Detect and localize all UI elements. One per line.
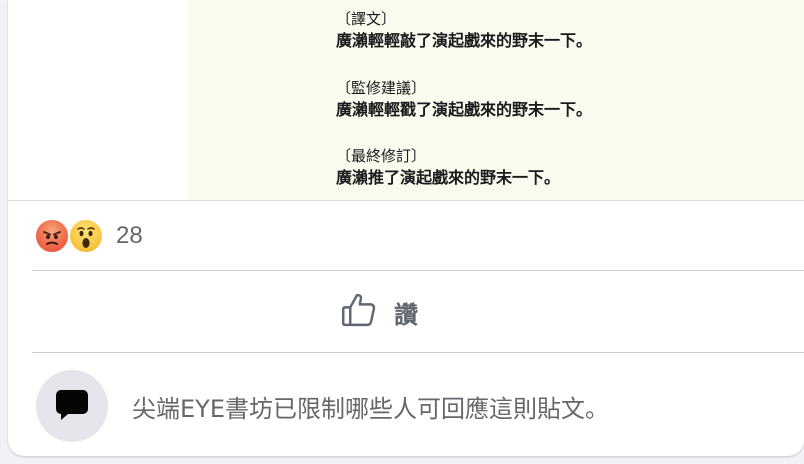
note-heading: 〔最終修訂〕 xyxy=(336,147,427,165)
image-divider xyxy=(8,200,804,201)
like-button[interactable]: 讚 xyxy=(308,280,448,344)
comment-restriction-notice: 尖端EYE書坊已限制哪些人可回應這則貼文。 xyxy=(36,370,796,442)
note-body: 廣瀨輕輕敲了演起戲來的野末一下。 xyxy=(336,31,593,50)
actions-top-divider xyxy=(32,270,804,271)
note-supervision: 〔監修建議〕 廣瀨輕輕戳了演起戲來的野末一下。 xyxy=(336,77,592,121)
comment-bubble-avatar xyxy=(36,370,108,442)
wow-reaction-icon xyxy=(68,218,104,254)
thumbs-up-icon xyxy=(338,289,380,335)
angry-reaction-icon xyxy=(34,218,70,254)
like-label: 讚 xyxy=(394,300,418,329)
note-translation: 〔譯文〕 廣瀨輕輕敲了演起戲來的野末一下。 xyxy=(336,8,592,52)
reaction-count: 28 xyxy=(116,222,143,249)
post-card: 〔譯文〕 廣瀨輕輕敲了演起戲來的野末一下。 〔監修建議〕 廣瀨輕輕戳了演起戲來的… xyxy=(8,0,804,456)
comment-restriction-text: 尖端EYE書坊已限制哪些人可回應這則貼文。 xyxy=(132,394,609,423)
note-final: 〔最終修訂〕 廣瀨推了演起戲來的野末一下。 xyxy=(336,145,560,189)
actions-bottom-divider xyxy=(32,352,804,353)
note-body: 廣瀨輕輕戳了演起戲來的野末一下。 xyxy=(336,100,593,119)
note-heading: 〔監修建議〕 xyxy=(336,79,427,97)
note-heading: 〔譯文〕 xyxy=(336,10,397,28)
reaction-summary[interactable]: 28 xyxy=(34,216,143,256)
note-body: 廣瀨推了演起戲來的野末一下。 xyxy=(336,168,561,187)
post-image[interactable]: 〔譯文〕 廣瀨輕輕敲了演起戲來的野末一下。 〔監修建議〕 廣瀨輕輕戳了演起戲來的… xyxy=(188,0,804,200)
comment-bubble-icon xyxy=(52,384,92,428)
